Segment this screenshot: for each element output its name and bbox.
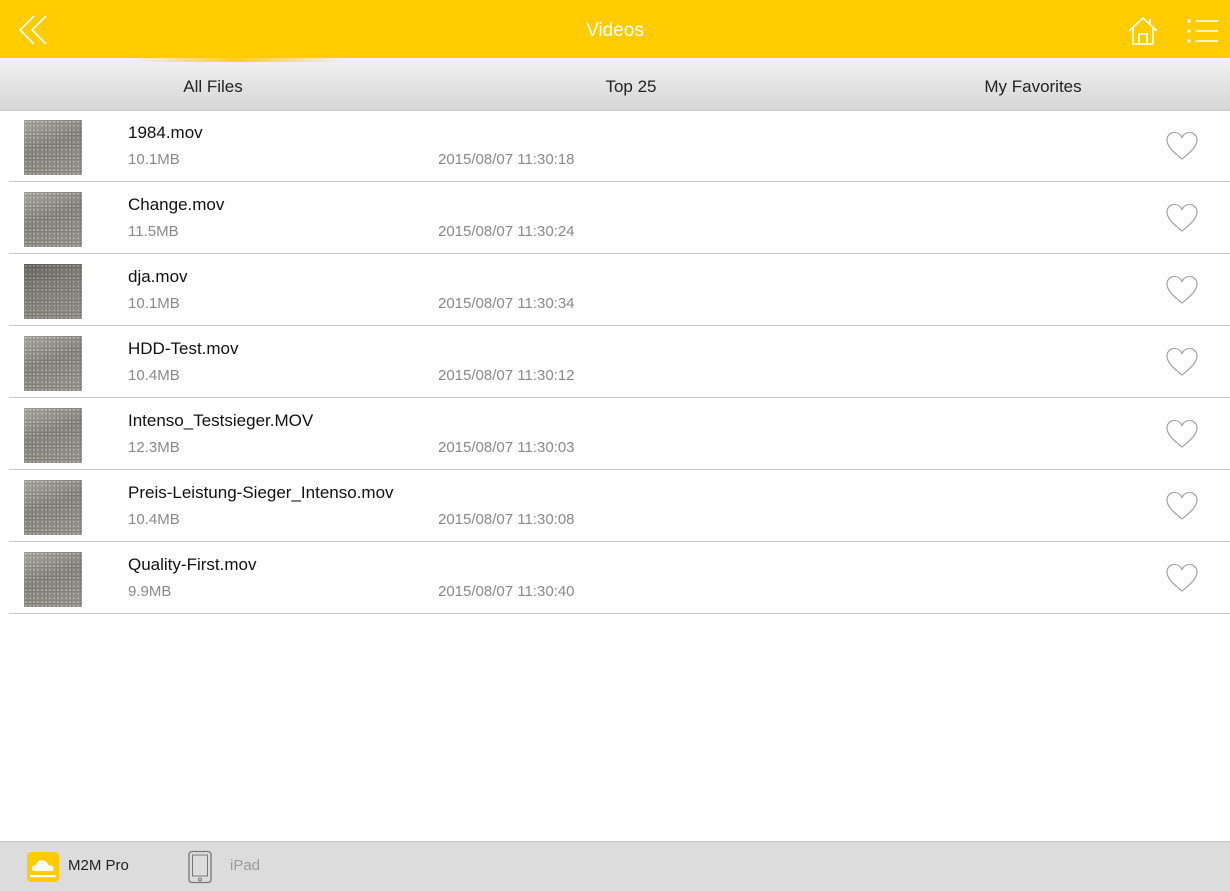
- file-date: 2015/08/07 11:30:12: [438, 367, 575, 384]
- page-title: Videos: [586, 20, 644, 41]
- file-size: 10.1MB: [128, 295, 180, 312]
- file-size: 11.5MB: [128, 223, 179, 240]
- source-ipad[interactable]: iPad: [186, 842, 296, 891]
- favorite-button[interactable]: [1164, 274, 1200, 306]
- file-date: 2015/08/07 11:30:40: [438, 583, 575, 600]
- source-label: M2M Pro: [68, 857, 129, 874]
- file-date: 2015/08/07 11:30:34: [438, 295, 575, 312]
- source-m2m-pro[interactable]: M2M Pro: [26, 842, 156, 891]
- cloud-drive-icon: [27, 852, 59, 882]
- file-list: 1984.mov 10.1MB 2015/08/07 11:30:18 Chan…: [0, 110, 1230, 614]
- top-bar: Videos: [0, 0, 1230, 58]
- bottom-source-bar: M2M Pro iPad: [0, 841, 1230, 891]
- home-icon: [1128, 16, 1158, 45]
- menu-button[interactable]: [1184, 16, 1220, 46]
- list-item[interactable]: Intenso_Testsieger.MOV 12.3MB 2015/08/07…: [9, 398, 1230, 470]
- file-size: 10.4MB: [128, 511, 180, 528]
- source-label: iPad: [230, 857, 261, 874]
- video-thumbnail: [24, 264, 82, 319]
- file-size: 10.4MB: [128, 367, 180, 384]
- favorite-button[interactable]: [1164, 490, 1200, 522]
- file-date: 2015/08/07 11:30:08: [438, 511, 575, 528]
- favorite-button[interactable]: [1164, 130, 1200, 162]
- list-item[interactable]: Change.mov 11.5MB 2015/08/07 11:30:24: [9, 182, 1230, 254]
- file-date: 2015/08/07 11:30:03: [438, 439, 575, 456]
- list-item[interactable]: 1984.mov 10.1MB 2015/08/07 11:30:18: [9, 110, 1230, 182]
- file-name: HDD-Test.mov: [128, 339, 239, 358]
- video-thumbnail: [24, 120, 82, 175]
- file-size: 12.3MB: [128, 439, 180, 456]
- home-button[interactable]: [1126, 14, 1160, 48]
- heart-icon: [1166, 491, 1198, 520]
- tab-bar: All Files Top 25 My Favorites: [0, 58, 1230, 111]
- file-name: 1984.mov: [128, 123, 203, 142]
- heart-icon: [1166, 275, 1198, 304]
- favorite-button[interactable]: [1164, 562, 1200, 594]
- list-item[interactable]: Preis-Leistung-Sieger_Intenso.mov 10.4MB…: [9, 470, 1230, 542]
- video-thumbnail: [24, 192, 82, 247]
- heart-icon: [1166, 131, 1198, 160]
- favorite-button[interactable]: [1164, 418, 1200, 450]
- active-tab-indicator: [130, 58, 345, 62]
- heart-icon: [1166, 203, 1198, 232]
- tab-my-favorites[interactable]: My Favorites: [836, 58, 1230, 110]
- file-size: 10.1MB: [128, 151, 180, 168]
- file-name: Quality-First.mov: [128, 555, 257, 574]
- file-name: Change.mov: [128, 195, 225, 214]
- file-size: 9.9MB: [128, 583, 172, 600]
- file-name: Intenso_Testsieger.MOV: [128, 411, 314, 430]
- list-item[interactable]: Quality-First.mov 9.9MB 2015/08/07 11:30…: [9, 542, 1230, 614]
- list-item[interactable]: HDD-Test.mov 10.4MB 2015/08/07 11:30:12: [9, 326, 1230, 398]
- tablet-icon: [188, 850, 212, 884]
- heart-icon: [1166, 347, 1198, 376]
- list-item[interactable]: dja.mov 10.1MB 2015/08/07 11:30:34: [9, 254, 1230, 326]
- tab-top-25[interactable]: Top 25: [426, 58, 836, 110]
- video-thumbnail: [24, 336, 82, 391]
- favorite-button[interactable]: [1164, 346, 1200, 378]
- file-date: 2015/08/07 11:30:18: [438, 151, 575, 168]
- list-menu-icon: [1187, 19, 1218, 43]
- heart-icon: [1166, 563, 1198, 592]
- video-thumbnail: [24, 552, 82, 607]
- video-thumbnail: [24, 480, 82, 535]
- tab-all-files[interactable]: All Files: [0, 58, 426, 110]
- video-thumbnail: [24, 408, 82, 463]
- file-name: dja.mov: [128, 267, 188, 286]
- file-date: 2015/08/07 11:30:24: [438, 223, 575, 240]
- heart-icon: [1166, 419, 1198, 448]
- file-name: Preis-Leistung-Sieger_Intenso.mov: [128, 483, 394, 502]
- favorite-button[interactable]: [1164, 202, 1200, 234]
